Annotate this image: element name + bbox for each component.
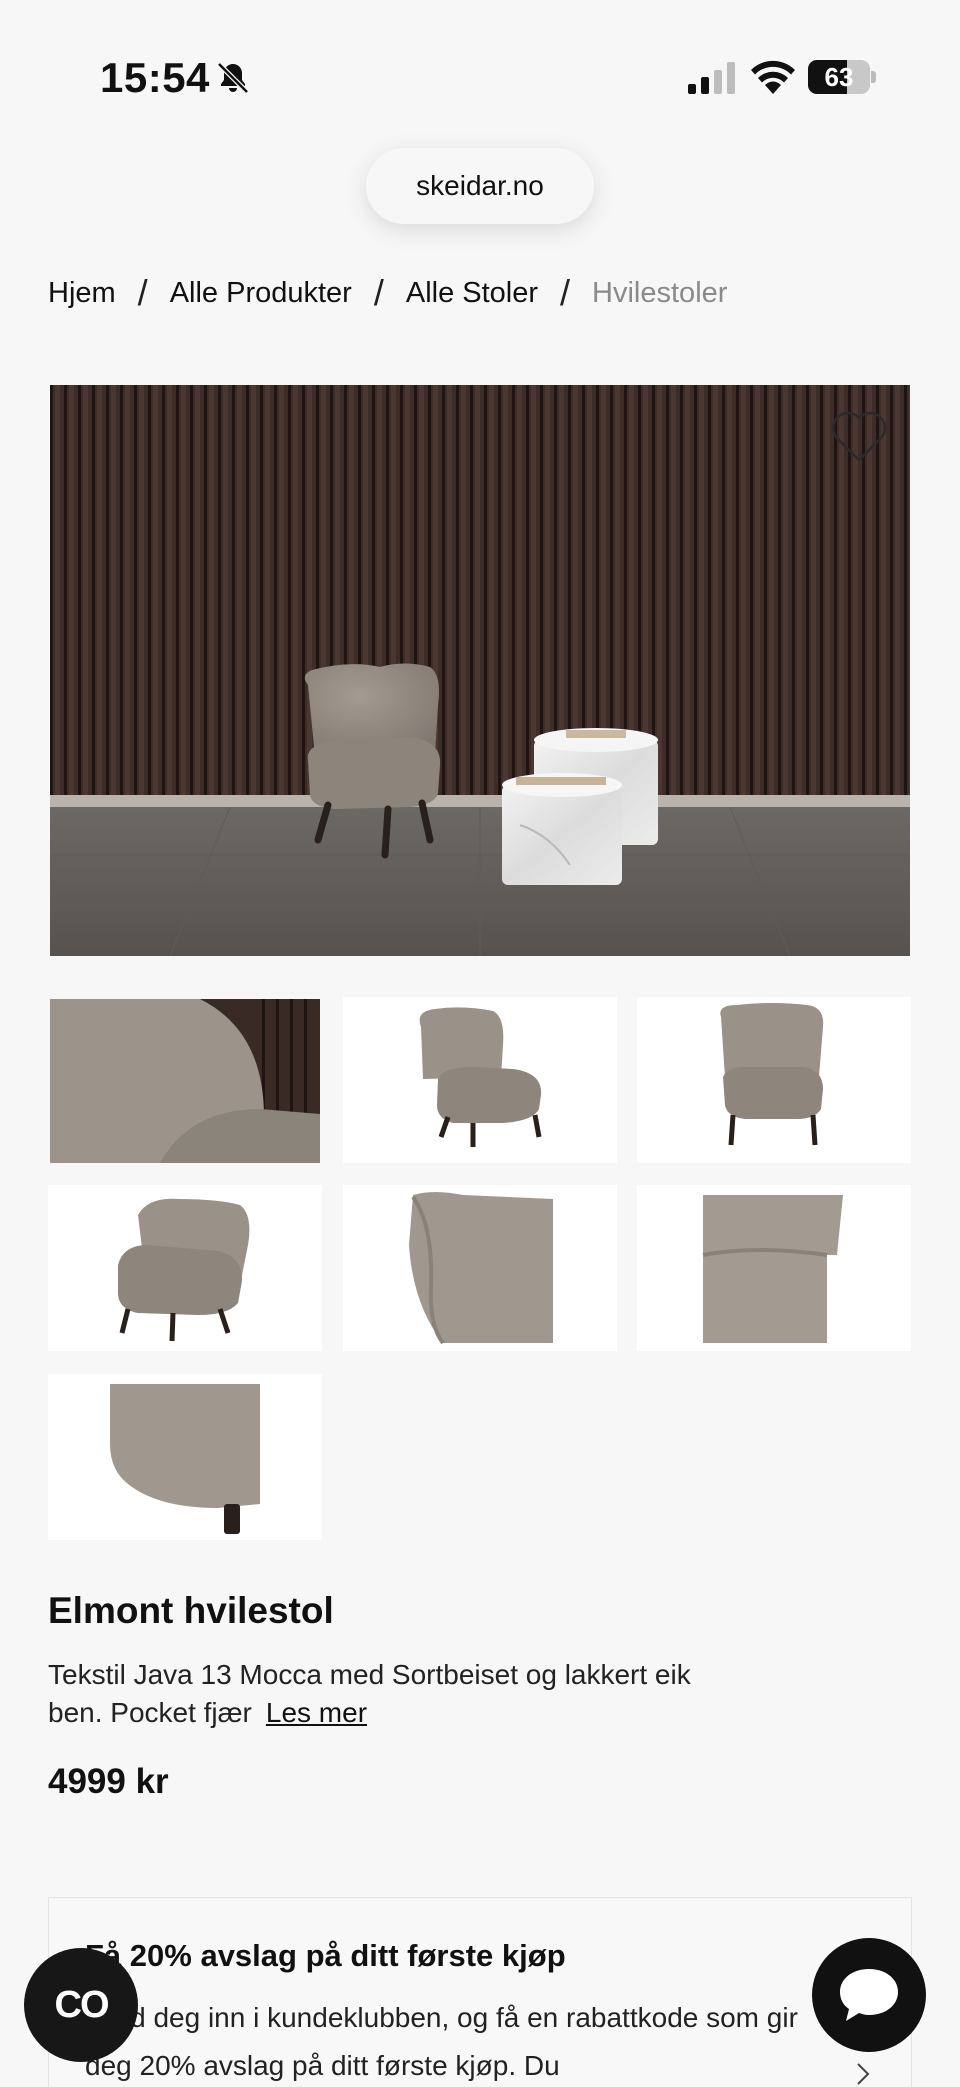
chevron-right-icon — [857, 2063, 870, 2085]
breadcrumb-item-hjem[interactable]: Hjem — [48, 277, 116, 310]
thumbnail-3[interactable] — [637, 997, 911, 1163]
battery-indicator: 63 — [808, 60, 876, 94]
heart-outline-icon[interactable] — [828, 408, 890, 464]
breadcrumb-separator: / — [560, 272, 571, 313]
status-bar: 15:54 63 — [0, 0, 960, 150]
thumbnail-4[interactable] — [48, 1185, 322, 1351]
bell-slash-icon — [217, 62, 249, 94]
product-description-text: Tekstil Java 13 Mocca med Sortbeiset og … — [48, 1659, 691, 1728]
thumbnail-2[interactable] — [343, 997, 617, 1163]
chat-bubble-icon — [840, 1969, 898, 2021]
product-price: 4999 kr — [48, 1762, 169, 1801]
breadcrumb-item-alle-stoler[interactable]: Alle Stoler — [406, 277, 538, 310]
thumbnail-6[interactable] — [637, 1185, 911, 1351]
product-title: Elmont hvilestol — [48, 1590, 334, 1631]
thumbnail-1[interactable] — [50, 999, 320, 1163]
main-product-image[interactable] — [50, 385, 910, 956]
breadcrumb-separator: / — [373, 272, 384, 313]
wifi-icon — [751, 60, 795, 94]
cellular-signal-icon — [688, 62, 735, 94]
address-bar[interactable]: skeidar.no — [366, 148, 594, 224]
thumbnail-5[interactable] — [343, 1185, 617, 1351]
promo-body: Meld deg inn i kundeklubben, og få en ra… — [85, 2002, 798, 2081]
loyalty-button[interactable]: CO — [24, 1948, 138, 2062]
battery-percent: 63 — [824, 62, 854, 92]
product-photo — [50, 385, 910, 956]
status-time: 15:54 — [100, 54, 210, 101]
promo-title: Få 20% avslag på ditt første kjøp — [85, 1938, 566, 1973]
product-description: Tekstil Java 13 Mocca med Sortbeiset og … — [48, 1656, 748, 1732]
breadcrumb: Hjem / Alle Produkter / Alle Stoler / Hv… — [48, 272, 727, 314]
breadcrumb-item-hvilestoler: Hvilestoler — [592, 276, 728, 309]
thumbnail-7[interactable] — [48, 1374, 322, 1540]
read-more-link[interactable]: Les mer — [266, 1697, 367, 1728]
breadcrumb-item-alle-produkter[interactable]: Alle Produkter — [170, 277, 352, 310]
chat-button[interactable] — [812, 1938, 926, 2052]
promo-card[interactable]: Få 20% avslag på ditt første kjøp Meld d… — [48, 1897, 912, 2087]
breadcrumb-separator: / — [137, 272, 148, 313]
